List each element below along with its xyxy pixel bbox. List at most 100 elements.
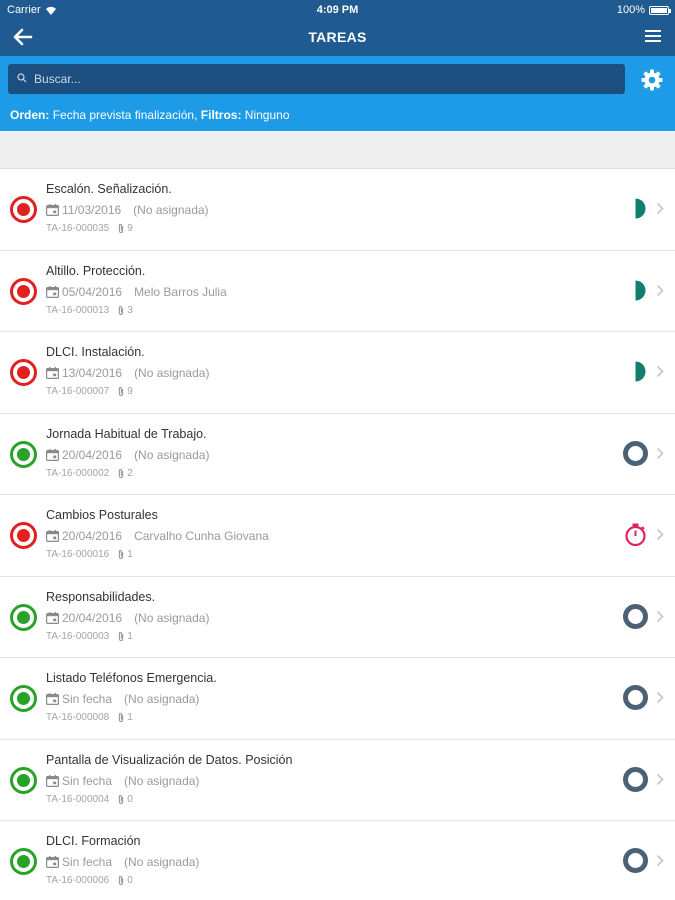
chevron-right-icon — [656, 284, 664, 297]
attachment-count: 0 — [127, 794, 133, 805]
task-assignee: (No asignada) — [124, 774, 200, 788]
task-meta: Sin fecha (No asignada) — [46, 692, 199, 706]
clock: 4:09 PM — [316, 4, 359, 16]
task-sub: TA-16-000008 1 — [46, 712, 133, 723]
task-row[interactable]: DLCI. Formación Sin fecha (No asignada) … — [0, 821, 675, 900]
task-meta: 20/04/2016 Carvalho Cunha Giovana — [46, 529, 269, 543]
task-code: TA-16-000013 — [46, 305, 110, 316]
search-input[interactable] — [34, 64, 614, 94]
task-date: 13/04/2016 — [62, 366, 123, 380]
ring-icon — [623, 604, 648, 629]
task-meta: 13/04/2016 (No asignada) — [46, 366, 209, 380]
sort-filter-summary[interactable]: Orden: Fecha prevista finalización, Filt… — [10, 108, 290, 122]
task-sub: TA-16-000035 9 — [46, 223, 133, 234]
task-title: Responsabilidades. — [46, 590, 156, 604]
task-sub: TA-16-000004 0 — [46, 794, 133, 805]
chevron-right-icon — [656, 691, 664, 704]
task-title: DLCI. Instalación. — [46, 345, 145, 359]
order-label: Orden: — [10, 108, 50, 122]
attachment-count: 9 — [127, 223, 133, 234]
task-row[interactable]: Listado Teléfonos Emergencia. Sin fecha … — [0, 658, 675, 740]
calendar-icon — [46, 775, 59, 787]
calendar-icon — [46, 449, 59, 461]
gear-icon[interactable] — [640, 68, 664, 92]
chevron-right-icon — [656, 773, 664, 786]
list-header-band — [0, 131, 675, 169]
status-circle-icon — [10, 604, 37, 631]
attachment-count: 1 — [127, 631, 133, 642]
paperclip-icon — [119, 549, 124, 560]
task-meta: 20/04/2016 (No asignada) — [46, 611, 209, 625]
half-teal-icon — [635, 198, 646, 219]
task-code: TA-16-000035 — [46, 223, 110, 234]
half-teal-icon — [635, 280, 646, 301]
paperclip-icon — [119, 386, 124, 397]
task-meta: 20/04/2016 (No asignada) — [46, 448, 209, 462]
paperclip-icon — [119, 794, 124, 805]
task-code: TA-16-000004 — [46, 794, 110, 805]
hamburger-menu-icon[interactable] — [645, 30, 661, 44]
stopwatch-icon — [625, 523, 646, 547]
task-date: 20/04/2016 — [62, 448, 123, 462]
ring-icon — [623, 441, 648, 466]
task-row[interactable]: Responsabilidades. 20/04/2016 (No asigna… — [0, 577, 675, 658]
task-date: 20/04/2016 — [62, 529, 123, 543]
task-title: DLCI. Formación — [46, 834, 141, 848]
task-title: Jornada Habitual de Trabajo. — [46, 427, 207, 441]
task-assignee: (No asignada) — [124, 692, 200, 706]
calendar-icon — [46, 367, 59, 379]
task-assignee: (No asignada) — [134, 366, 210, 380]
paperclip-icon — [119, 875, 124, 886]
task-date: 20/04/2016 — [62, 611, 123, 625]
battery-icon — [649, 5, 671, 15]
task-sub: TA-16-000003 1 — [46, 631, 133, 642]
calendar-icon — [46, 204, 59, 216]
task-title: Escalón. Señalización. — [46, 182, 172, 196]
search-icon — [17, 73, 27, 83]
status-circle-icon — [10, 685, 37, 712]
calendar-icon — [46, 612, 59, 624]
chevron-right-icon — [656, 854, 664, 867]
task-meta: 05/04/2016 Melo Barros Julia — [46, 285, 227, 299]
ring-icon — [623, 848, 648, 873]
battery-label: 100% — [616, 4, 645, 16]
task-list: Escalón. Señalización. 11/03/2016 (No as… — [0, 169, 675, 900]
task-date: Sin fecha — [62, 774, 113, 788]
task-row[interactable]: Escalón. Señalización. 11/03/2016 (No as… — [0, 169, 675, 251]
attachment-count: 2 — [127, 468, 133, 479]
chevron-right-icon — [656, 202, 664, 215]
attachment-count: 1 — [127, 712, 133, 723]
paperclip-icon — [119, 223, 124, 234]
task-title: Pantalla de Visualización de Datos. Posi… — [46, 753, 293, 767]
task-row[interactable]: Cambios Posturales 20/04/2016 Carvalho C… — [0, 495, 675, 577]
ring-icon — [623, 767, 648, 792]
ring-icon — [623, 685, 648, 710]
calendar-icon — [46, 693, 59, 705]
status-circle-icon — [10, 278, 37, 305]
filters-label: Filtros: — [200, 108, 242, 122]
task-sub: TA-16-000006 0 — [46, 875, 133, 886]
paperclip-icon — [119, 631, 124, 642]
task-row[interactable]: DLCI. Instalación. 13/04/2016 (No asigna… — [0, 332, 675, 414]
status-circle-icon — [10, 441, 37, 468]
task-sub: TA-16-000002 2 — [46, 468, 133, 479]
task-date: 11/03/2016 — [62, 203, 122, 217]
task-assignee: Melo Barros Julia — [134, 285, 227, 299]
calendar-icon — [46, 530, 59, 542]
task-assignee: (No asignada) — [134, 611, 210, 625]
status-circle-icon — [10, 359, 37, 386]
task-sub: TA-16-000007 9 — [46, 386, 133, 397]
task-meta: 11/03/2016 (No asignada) — [46, 203, 209, 217]
task-code: TA-16-000008 — [46, 712, 110, 723]
task-row[interactable]: Altillo. Protección. 05/04/2016 Melo Bar… — [0, 251, 675, 332]
filters-value: Ninguno — [244, 108, 290, 122]
task-code: TA-16-000007 — [46, 386, 110, 397]
task-row[interactable]: Jornada Habitual de Trabajo. 20/04/2016 … — [0, 414, 675, 495]
task-row[interactable]: Pantalla de Visualización de Datos. Posi… — [0, 740, 675, 821]
calendar-icon — [46, 856, 59, 868]
task-assignee: (No asignada) — [133, 203, 209, 217]
task-title: Altillo. Protección. — [46, 264, 146, 278]
navigation-header: Carrier 4:09 PM 100% TAREAS — [0, 0, 675, 56]
paperclip-icon — [119, 305, 124, 316]
search-box[interactable] — [8, 64, 625, 94]
